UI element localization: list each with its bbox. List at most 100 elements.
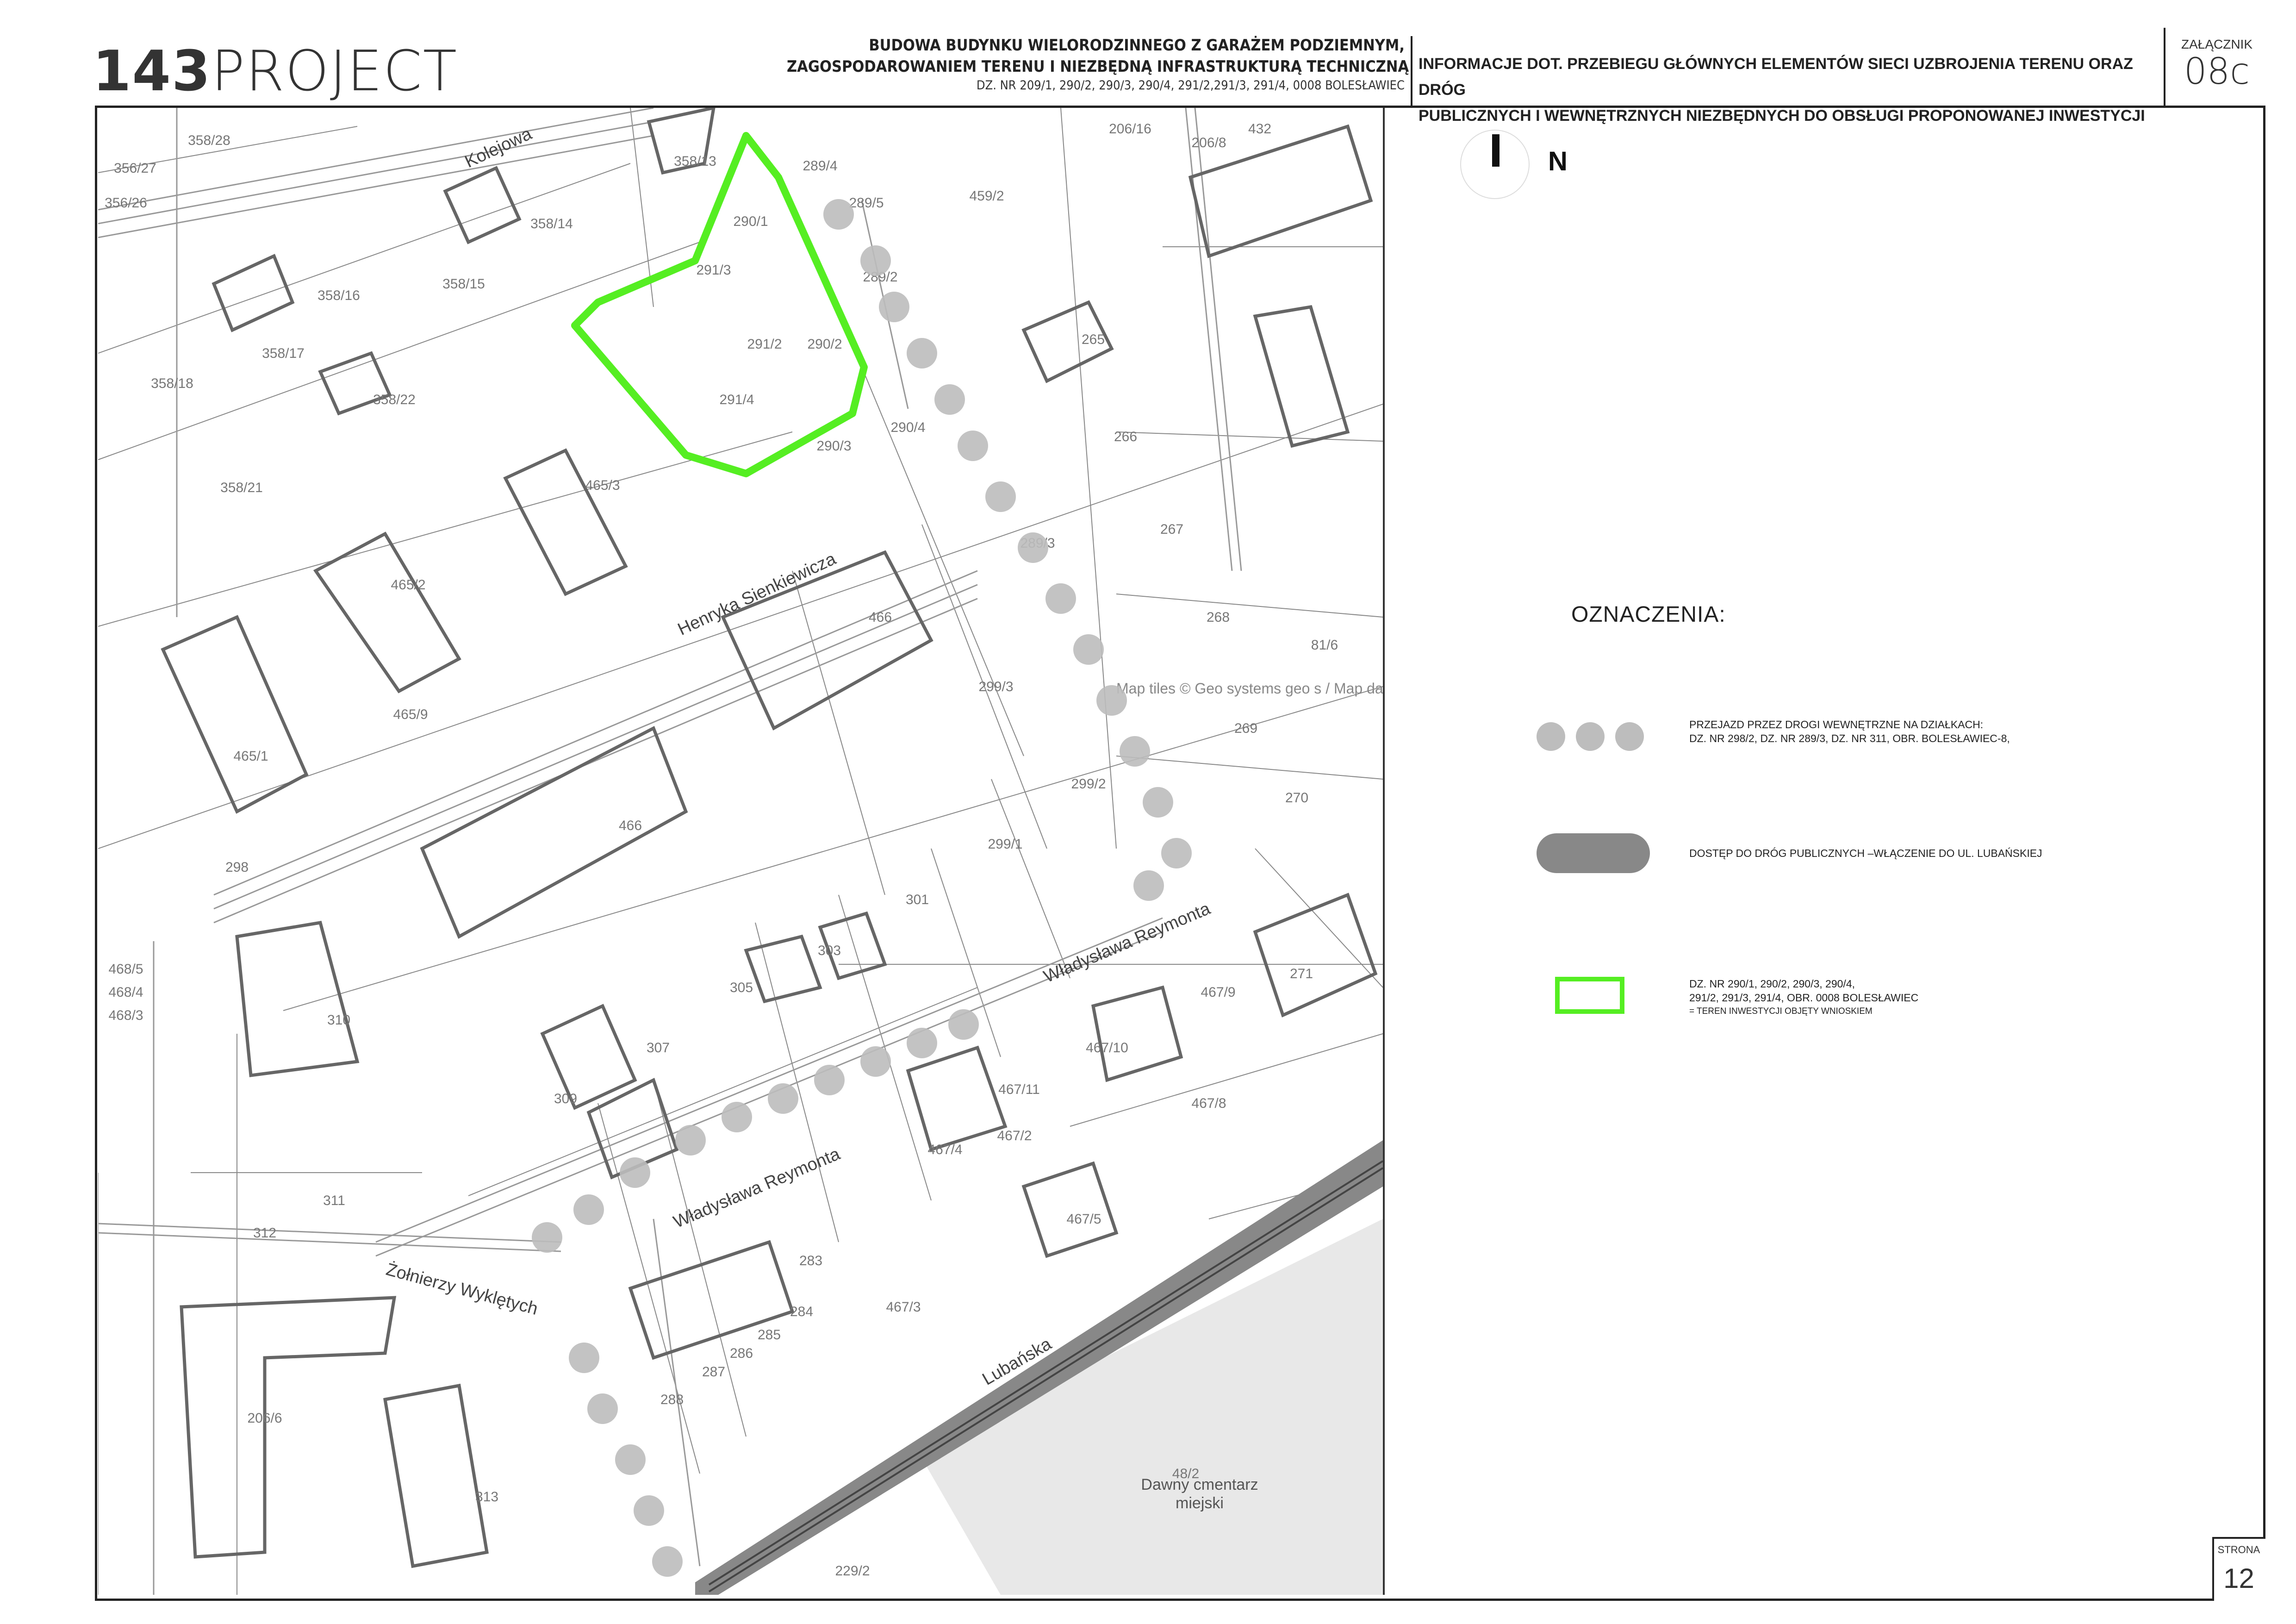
building xyxy=(383,1383,489,1568)
map-canvas: Henryka Sienkiewicza Władysława Reymonta… xyxy=(98,108,1383,1595)
parcel-label: 313 xyxy=(475,1489,498,1505)
parcel-label: 466 xyxy=(619,818,642,833)
parcel-label: 358/17 xyxy=(262,346,305,361)
site-map[interactable]: Henryka Sienkiewicza Władysława Reymonta… xyxy=(98,108,1385,1595)
legend-text: DZ. NR 298/2, DZ. NR 289/3, DZ. NR 311, … xyxy=(1689,732,2010,744)
parcel-label: 467/3 xyxy=(886,1299,921,1315)
parcel-label: 301 xyxy=(906,892,929,907)
parcel-label: 307 xyxy=(647,1040,670,1056)
building xyxy=(1091,985,1183,1082)
parcel-label: 299/2 xyxy=(1071,776,1106,792)
page-number: 12 xyxy=(2223,1563,2254,1594)
parcel-label: 468/5 xyxy=(108,962,143,977)
place-label: miejski xyxy=(1176,1494,1224,1512)
parcel-label: 468/4 xyxy=(108,985,143,1000)
header-divider xyxy=(1411,36,1412,106)
parcel-label: 459/2 xyxy=(969,188,1004,204)
parcel-label: 284 xyxy=(790,1304,813,1319)
parcel-label: 467/8 xyxy=(1191,1096,1226,1111)
crossing-dot xyxy=(722,1102,752,1132)
parcel-label: 290/3 xyxy=(816,438,851,454)
legend-text: PRZEJAZD PRZEZ DROGI WEWNĘTRZNE NA DZIAŁ… xyxy=(1689,718,1984,731)
grey-dot-icon xyxy=(1537,722,1565,751)
parcel-label: 290/4 xyxy=(890,420,925,435)
grey-pill-icon xyxy=(1537,833,1650,873)
map-attribution: Map tiles © Geo systems geo s / Map data… xyxy=(1116,680,1383,697)
building xyxy=(1253,305,1350,448)
parcel-label: 290/2 xyxy=(807,337,842,352)
parcel-label: 305 xyxy=(730,980,753,995)
parcel-label: 268 xyxy=(1207,610,1230,625)
parcel-label: 312 xyxy=(253,1225,276,1241)
building xyxy=(161,615,309,814)
crossing-dot xyxy=(1143,787,1173,818)
header-divider xyxy=(2164,28,2165,106)
attachment-number: 08c xyxy=(2184,51,2250,93)
grey-dot-icon xyxy=(1576,722,1605,751)
parcel-label: 285 xyxy=(758,1327,781,1343)
building xyxy=(420,726,688,939)
parcel-label: 287 xyxy=(702,1364,725,1380)
parcel-label: 206/16 xyxy=(1109,121,1151,137)
investment-site-outline xyxy=(571,132,868,477)
parcel-label: 358/28 xyxy=(188,133,230,148)
crossing-dot xyxy=(675,1125,706,1156)
parcel-label: 289/5 xyxy=(849,195,884,211)
crossing-dot xyxy=(879,292,909,322)
parcel-label: 467/4 xyxy=(927,1142,962,1157)
parcel-label: 269 xyxy=(1234,721,1257,736)
parcel-label: 466 xyxy=(869,610,892,625)
parcel-label: 286 xyxy=(730,1346,753,1361)
legend-text: 291/2, 291/3, 291/4, OBR. 0008 BOLESŁAWI… xyxy=(1689,992,1919,1004)
building xyxy=(212,254,295,332)
parcel-label: 299/1 xyxy=(988,837,1022,852)
parcel-label: 299/3 xyxy=(978,679,1013,694)
building xyxy=(443,166,522,244)
parcel-label: 291/3 xyxy=(696,262,731,278)
building xyxy=(1021,1161,1119,1258)
crossing-dot xyxy=(934,384,965,415)
legend-item-investment-site: DZ. NR 290/1, 290/2, 290/3, 290/4, 291/2… xyxy=(1537,977,2184,1042)
north-label: N xyxy=(1548,146,1568,176)
crossing-dot xyxy=(958,431,988,461)
parcel-label: 48/2 xyxy=(1172,1466,1199,1481)
parcel-label: 267 xyxy=(1160,522,1183,537)
parcel-label: 465/9 xyxy=(393,707,428,722)
crossing-dot xyxy=(823,199,854,230)
parcel-label: 358/21 xyxy=(220,480,263,495)
crossing-dot xyxy=(652,1546,683,1577)
north-arrow-icon xyxy=(1492,134,1500,167)
legend-title: OZNACZENIA: xyxy=(1571,602,1726,627)
parcel-label: 298 xyxy=(225,860,249,875)
building xyxy=(503,448,628,596)
parcel-label: 283 xyxy=(799,1253,822,1268)
parcel-label: 310 xyxy=(327,1012,350,1028)
parcel-label: 356/26 xyxy=(105,195,147,211)
parcel-label: 465/1 xyxy=(233,749,268,764)
crossing-dot xyxy=(615,1444,646,1475)
parcel-label: 289/4 xyxy=(803,158,837,174)
legend-text: DOSTĘP DO DRÓG PUBLICZNYCH –WŁĄCZENIE DO… xyxy=(1689,847,2042,859)
legend-item-access-road: DOSTĘP DO DRÓG PUBLICZNYCH –WŁĄCZENIE DO… xyxy=(1537,833,2184,884)
grey-dot-icon xyxy=(1615,722,1644,751)
parcel-label: 291/2 xyxy=(747,337,782,352)
crossing-dot xyxy=(573,1194,604,1225)
street-label: Władysława Reymonta xyxy=(1041,899,1213,987)
drawing-info-line-2: PUBLICZNYCH I WEWNĘTRZNYCH NIEZBĘDNYCH D… xyxy=(1419,107,2145,125)
parcel-label: 265 xyxy=(1082,332,1105,347)
parcel-label: 81/6 xyxy=(1311,637,1338,653)
parcel-label: 465/2 xyxy=(391,577,425,593)
project-title-line-1: BUDOWA BUDYNKU WIELORODZINNEGO Z GARAŻEM… xyxy=(869,36,1405,55)
street-label: Henryka Sienkiewicza xyxy=(675,549,839,640)
crossing-dot xyxy=(1120,736,1150,767)
crossing-dot xyxy=(1018,532,1048,563)
crossing-dot xyxy=(948,1009,979,1040)
crossing-dot xyxy=(985,481,1016,512)
parcel-label: 358/18 xyxy=(151,376,193,391)
building xyxy=(235,921,360,1077)
crossing-dot xyxy=(1133,870,1164,901)
legend-item-crossings: PRZEJAZD PRZEZ DROGI WEWNĘTRZNE NA DZIAŁ… xyxy=(1537,718,2184,773)
project-parcels: DZ. NR 209/1, 290/2, 290/3, 290/4, 291/2… xyxy=(976,78,1405,93)
parcel-label: 467/10 xyxy=(1086,1040,1128,1056)
parcel-label: 467/9 xyxy=(1201,985,1235,1000)
